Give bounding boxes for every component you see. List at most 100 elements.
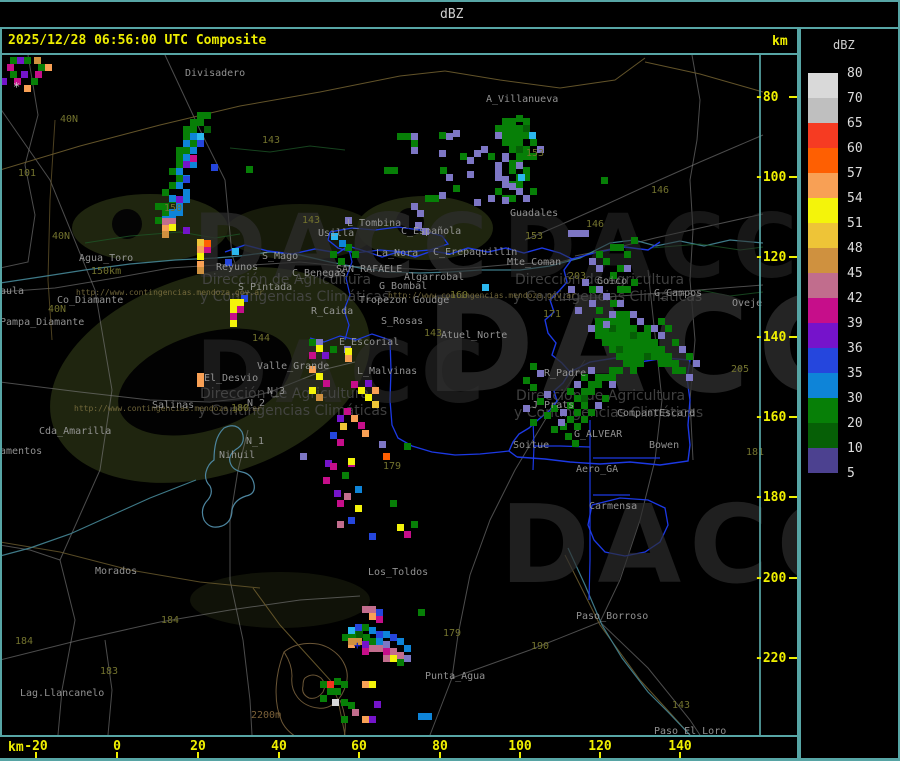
legend-tick-label: 60	[847, 141, 863, 156]
legend-swatch	[808, 223, 838, 248]
echo-cell	[337, 415, 344, 422]
legend-swatch	[808, 323, 838, 348]
echo-cell	[411, 521, 418, 528]
window-border-top	[0, 0, 900, 2]
echo-cell	[183, 189, 190, 196]
echo-cell	[323, 380, 330, 387]
echo-cell	[344, 408, 351, 415]
echo-cell	[609, 311, 616, 318]
legend-swatch	[808, 423, 838, 448]
place-label: R_Padre	[544, 368, 587, 379]
legend-swatch	[808, 198, 838, 223]
echo-cell	[672, 339, 679, 346]
road-label: 143	[672, 700, 691, 711]
echo-cell	[530, 139, 537, 146]
echo-cell	[530, 188, 537, 195]
road-label: 160	[450, 290, 469, 301]
echo-cell	[309, 339, 316, 346]
echo-cell	[623, 311, 630, 318]
road-label: 2200m	[251, 710, 282, 721]
echo-cell	[330, 432, 337, 439]
legend-tick-label: 10	[847, 441, 863, 456]
echo-cell	[300, 453, 307, 460]
echo-cell	[530, 363, 537, 370]
echo-cell	[502, 197, 509, 204]
road-label: 143	[262, 135, 281, 146]
legend-tick-label: 36	[847, 341, 863, 356]
y-axis-tick-label: -120	[755, 250, 787, 265]
echo-cell	[176, 182, 183, 189]
echo-cell	[345, 244, 352, 251]
echo-cell	[190, 140, 197, 147]
echo-cell	[334, 678, 341, 685]
place-label: G_ALVEAR	[574, 429, 623, 440]
place-label: Agua_Toro	[79, 253, 134, 264]
echo-cell	[644, 339, 651, 346]
road-label: 40N	[52, 231, 71, 242]
echo-cell	[376, 638, 383, 645]
echo-cell	[197, 133, 204, 140]
legend-tick-label: 20	[847, 416, 863, 431]
echo-cell	[616, 318, 623, 325]
echo-cell	[509, 125, 516, 132]
echo-cell	[617, 300, 624, 307]
echo-cell	[595, 381, 602, 388]
divider-right	[797, 27, 801, 761]
legend-title: dBZ	[833, 38, 855, 52]
echo-cell	[509, 183, 516, 190]
echo-cell	[190, 161, 197, 168]
echo-cell	[630, 332, 637, 339]
echo-cell	[320, 695, 327, 702]
echo-cell	[693, 360, 700, 367]
echo-cell	[162, 189, 169, 196]
echo-cell	[637, 339, 644, 346]
echo-cell	[637, 360, 644, 367]
echo-cell	[509, 132, 516, 139]
echo-cell	[417, 210, 424, 217]
echo-cell	[658, 360, 665, 367]
legend-swatch	[808, 398, 838, 423]
place-label: Pampa_Diamante	[0, 317, 85, 328]
echo-cell	[348, 458, 355, 465]
echo-cell	[237, 306, 244, 313]
x-axis-tick	[519, 752, 521, 758]
echo-cell	[631, 237, 638, 244]
place-label: Cda_Amarilla	[39, 426, 112, 437]
echo-cell	[651, 325, 658, 332]
echo-cell	[467, 171, 474, 178]
echo-cell	[623, 339, 630, 346]
echo-cell	[551, 426, 558, 433]
echo-cell	[176, 147, 183, 154]
echo-cell	[439, 132, 446, 139]
y-axis-tick	[789, 496, 797, 498]
echo-cell	[679, 346, 686, 353]
place-label: S_Mago	[262, 251, 299, 262]
legend-swatch	[808, 123, 838, 148]
echo-cell	[596, 286, 603, 293]
echo-cell	[446, 174, 453, 181]
legend-tick-label: 5	[847, 466, 855, 481]
echo-cell	[582, 230, 589, 237]
y-axis-tick-label: -220	[755, 651, 787, 666]
echo-cell	[537, 370, 544, 377]
road-label: 179	[443, 628, 462, 639]
echo-cell	[390, 655, 397, 662]
echo-cell	[369, 533, 376, 540]
echo-cell	[369, 681, 376, 688]
echo-cell	[376, 616, 383, 623]
echo-cell	[204, 240, 211, 247]
echo-cell	[190, 126, 197, 133]
place-label: Mte_Coman	[507, 257, 562, 268]
place-label: E_Escorial	[339, 337, 400, 348]
echo-cell	[190, 119, 197, 126]
echo-cell	[481, 146, 488, 153]
legend-tick-label: 39	[847, 316, 863, 331]
place-label: G_Bombal	[379, 281, 428, 292]
echo-cell	[384, 167, 391, 174]
echo-cell	[340, 423, 347, 430]
echo-cell	[644, 346, 651, 353]
echo-cell	[362, 641, 369, 648]
echo-cell	[197, 380, 204, 387]
road-label: 40N	[60, 114, 79, 125]
echo-cell	[595, 332, 602, 339]
